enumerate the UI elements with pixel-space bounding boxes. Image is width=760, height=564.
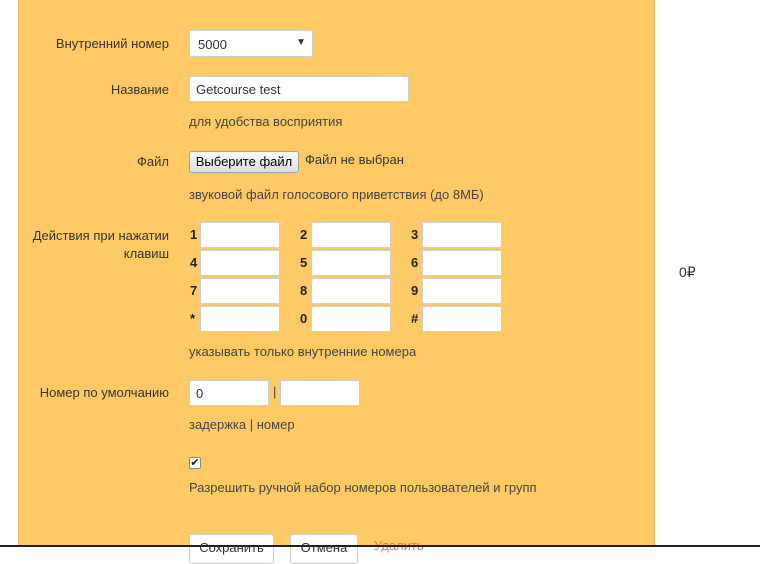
key-input-1[interactable]: [200, 222, 280, 248]
default-separator: |: [273, 384, 277, 399]
file-hint: звуковой файл голосового приветствия (до…: [189, 187, 484, 202]
key-input-2[interactable]: [311, 222, 391, 248]
internal-number-label: Внутренний номер: [55, 36, 169, 51]
manual-dial-checkbox[interactable]: ✔: [189, 457, 201, 469]
keys-hint: указывать только внутренние номера: [189, 344, 417, 359]
key-input-star[interactable]: [200, 306, 280, 332]
internal-number-value: 5000: [198, 37, 227, 52]
default-delay-input[interactable]: [189, 380, 269, 406]
cancel-button[interactable]: Отмена: [290, 534, 358, 564]
file-status: Файл не выбран: [305, 152, 404, 167]
key-input-3[interactable]: [422, 222, 502, 248]
key-input-6[interactable]: [422, 250, 502, 276]
balance-value: 0₽: [679, 264, 696, 280]
internal-number-select[interactable]: 5000 ▼: [189, 30, 313, 57]
manual-dial-label: Разрешить ручной набор номеров пользоват…: [189, 480, 537, 495]
dropdown-arrow-icon: ▼: [296, 37, 306, 48]
keys-label: Действия при нажатии клавиш: [32, 228, 169, 261]
file-label: Файл: [137, 154, 169, 169]
key-input-7[interactable]: [200, 278, 280, 304]
key-input-5[interactable]: [311, 250, 391, 276]
key-input-9[interactable]: [422, 278, 502, 304]
key-input-8[interactable]: [311, 278, 391, 304]
default-hint: задержка | номер: [189, 417, 295, 432]
key-input-hash[interactable]: [422, 306, 502, 332]
default-number-label: Номер по умолчанию: [39, 385, 169, 400]
name-label: Название: [110, 82, 169, 97]
name-input[interactable]: [189, 76, 409, 102]
default-number-input[interactable]: [280, 380, 360, 406]
key-input-0[interactable]: [311, 306, 391, 332]
key-input-4[interactable]: [200, 250, 280, 276]
checkmark-icon: ✔: [190, 457, 200, 469]
choose-file-button[interactable]: Выберите файл: [189, 151, 299, 173]
save-button[interactable]: Сохранить: [189, 534, 274, 564]
name-hint: для удобства восприятия: [189, 114, 343, 129]
